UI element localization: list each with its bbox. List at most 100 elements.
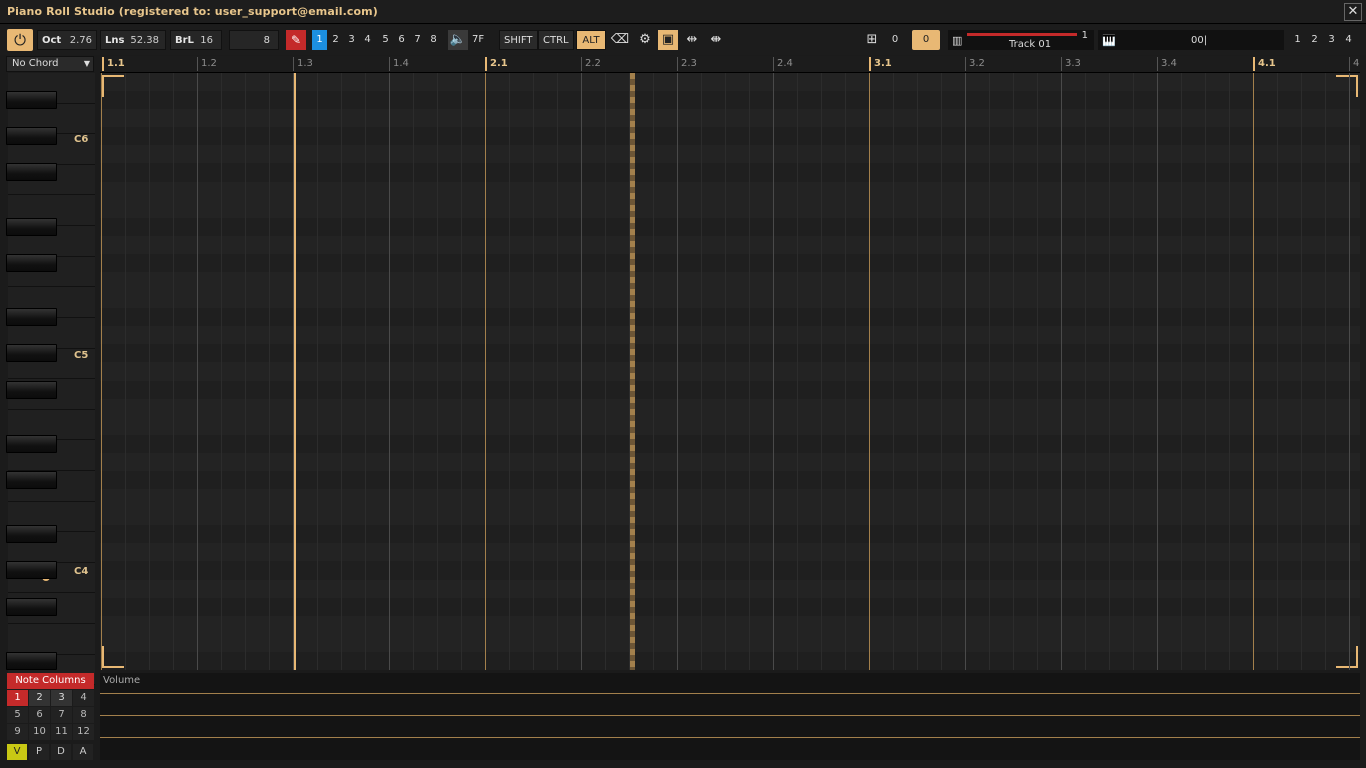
- stretch-icon[interactable]: ⇼: [706, 30, 726, 50]
- track-number: 1: [1081, 30, 1088, 41]
- grid-row: [100, 73, 1360, 91]
- grid-line: [581, 73, 582, 670]
- black-key[interactable]: [6, 561, 57, 580]
- shift-modifier[interactable]: SHIFT: [499, 30, 538, 50]
- lines-label: Lns: [105, 35, 125, 46]
- note-column-button[interactable]: 5: [7, 707, 28, 723]
- group-button-3[interactable]: 3: [344, 30, 359, 50]
- lane-button-fx[interactable]: A: [73, 744, 93, 760]
- close-icon[interactable]: ✕: [1344, 3, 1362, 21]
- velocity-value[interactable]: 7F: [472, 30, 484, 50]
- black-key[interactable]: [6, 127, 57, 146]
- lane-button-delay[interactable]: D: [51, 744, 71, 760]
- white-key[interactable]: [8, 624, 95, 655]
- grid-line: [989, 73, 990, 670]
- ruler-mark: 3.4: [1157, 57, 1177, 71]
- black-key[interactable]: [6, 380, 57, 399]
- grid-line: [245, 73, 246, 670]
- note-column-button[interactable]: 1: [7, 690, 28, 706]
- group-button-2[interactable]: 2: [328, 30, 343, 50]
- note-grid[interactable]: [100, 73, 1360, 670]
- bar-length-field[interactable]: BrL 16: [170, 30, 222, 50]
- grid-line: [845, 73, 846, 670]
- group-button-8[interactable]: 8: [426, 30, 441, 50]
- note-column-button[interactable]: 7: [51, 707, 72, 723]
- playhead[interactable]: [630, 73, 635, 670]
- grid-line: [605, 73, 606, 670]
- group-button-5[interactable]: 5: [378, 30, 393, 50]
- layout-button-4[interactable]: 4: [1341, 30, 1356, 50]
- group-button-6[interactable]: 6: [394, 30, 409, 50]
- track-selector[interactable]: ▥ Track 01 1: [948, 30, 1094, 50]
- group-button-7[interactable]: 7: [410, 30, 425, 50]
- layout-button-1[interactable]: 1: [1290, 30, 1305, 50]
- layout-button-3[interactable]: 3: [1324, 30, 1339, 50]
- automation-lane[interactable]: Volume: [100, 673, 1360, 760]
- note-column-button[interactable]: 6: [29, 707, 50, 723]
- black-key[interactable]: [6, 163, 57, 182]
- power-icon[interactable]: ⏻: [7, 29, 33, 51]
- chord-dropdown[interactable]: No Chord ▼: [6, 56, 94, 72]
- grid-line: [557, 73, 558, 670]
- quantize-field[interactable]: 8: [229, 30, 279, 50]
- grid-row: [100, 163, 1360, 182]
- note-column-button[interactable]: 3: [51, 690, 72, 706]
- grid-row: [100, 217, 1360, 236]
- grid-row: [100, 543, 1360, 561]
- eraser-icon[interactable]: ⌫: [610, 30, 630, 50]
- grid-line: [509, 73, 510, 670]
- black-key[interactable]: [6, 434, 57, 453]
- grid-line: [221, 73, 222, 670]
- grid-row: [100, 525, 1360, 544]
- counter-a[interactable]: 0: [882, 30, 908, 50]
- loop-marker[interactable]: [294, 73, 296, 670]
- grid-row: [100, 489, 1360, 507]
- instrument-selector[interactable]: 🎹 00|: [1098, 30, 1284, 50]
- grid-row: [100, 399, 1360, 417]
- black-key[interactable]: [6, 308, 57, 327]
- lane-button-volume[interactable]: V: [7, 744, 27, 760]
- note-column-button[interactable]: 12: [73, 724, 94, 740]
- note-column-button[interactable]: 11: [51, 724, 72, 740]
- note-column-button[interactable]: 10: [29, 724, 50, 740]
- piano-keyboard[interactable]: C6 C5 C4: [6, 73, 95, 686]
- grid-row: [100, 634, 1360, 652]
- grid-line: [1109, 73, 1110, 670]
- note-column-button[interactable]: 2: [29, 690, 50, 706]
- black-key[interactable]: [6, 471, 57, 489]
- black-key[interactable]: [6, 91, 57, 110]
- grid-line: [485, 73, 486, 670]
- split-icon[interactable]: ⇹: [682, 30, 702, 50]
- note-column-button[interactable]: 4: [73, 690, 94, 706]
- key-label-c6: C6: [74, 134, 89, 145]
- timeline-ruler[interactable]: 1.1 1.2 1.3 1.4 2.1 2.2 2.3 2.4 3.1 3.2 …: [100, 56, 1360, 73]
- black-key[interactable]: [6, 217, 57, 236]
- ctrl-modifier[interactable]: CTRL: [538, 30, 574, 50]
- black-key[interactable]: [6, 253, 57, 272]
- group-button-1[interactable]: 1: [312, 30, 327, 50]
- black-key[interactable]: [6, 597, 57, 616]
- note-column-button[interactable]: 8: [73, 707, 94, 723]
- note-column-button[interactable]: 9: [7, 724, 28, 740]
- black-key[interactable]: [6, 651, 57, 670]
- pencil-icon[interactable]: ✎: [286, 30, 306, 50]
- ruler-mark: 1.4: [389, 57, 409, 71]
- speaker-icon[interactable]: 🔈: [448, 30, 468, 50]
- lines-field[interactable]: Lns 52.38: [100, 30, 166, 50]
- lane-button-panning[interactable]: P: [29, 744, 49, 760]
- alt-modifier[interactable]: ALT: [576, 30, 606, 50]
- black-key[interactable]: [6, 344, 57, 363]
- counter-b[interactable]: 0: [912, 30, 940, 50]
- layout-button-2[interactable]: 2: [1307, 30, 1322, 50]
- black-key[interactable]: [6, 525, 57, 544]
- window-icon[interactable]: ▣: [658, 30, 678, 50]
- grid-line: [197, 73, 198, 670]
- grid-row: [100, 434, 1360, 453]
- bar-length-value: 16: [200, 35, 213, 46]
- ruler-mark: 3.2: [965, 57, 985, 71]
- grid-icon[interactable]: ⊞: [862, 30, 882, 50]
- octave-field[interactable]: Oct 2.76: [37, 30, 97, 50]
- grid-line: [917, 73, 918, 670]
- gear-icon[interactable]: ⚙: [635, 30, 655, 50]
- group-button-4[interactable]: 4: [360, 30, 375, 50]
